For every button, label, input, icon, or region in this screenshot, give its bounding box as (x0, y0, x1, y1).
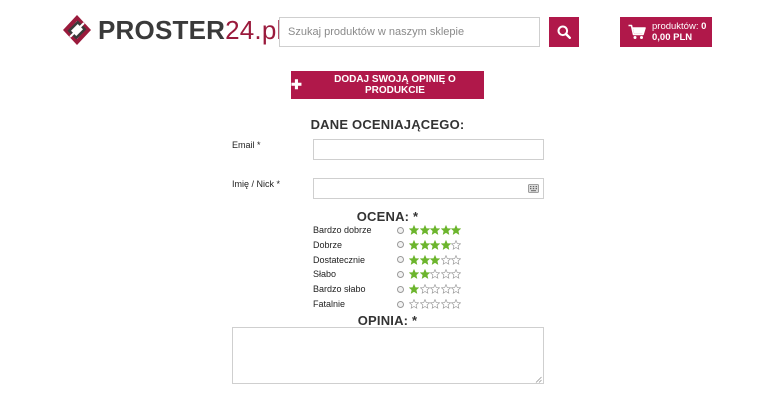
rating-option[interactable]: Bardzo słabo (313, 282, 462, 296)
star-filled-icon (409, 269, 419, 280)
nick-label: Imię / Nick * (232, 179, 281, 189)
cart-total: 0,00 PLN (652, 32, 693, 43)
opinion-textarea[interactable] (232, 327, 544, 384)
nick-field[interactable] (313, 178, 544, 199)
star-empty-icon (440, 269, 451, 280)
star-empty-icon (451, 254, 461, 265)
star-filled-icon (430, 239, 440, 250)
rating-option[interactable]: Słabo (313, 267, 462, 281)
rating-option-label: Dostatecznie (313, 254, 366, 265)
opinion-section-title: OPINIA: * (357, 313, 418, 328)
star-empty-icon (451, 284, 461, 295)
rating-option[interactable]: Dobrze (313, 238, 462, 252)
star-filled-icon (440, 225, 451, 235)
logo-mark-icon (63, 15, 91, 45)
logo-text: PROSTER24.pl (98, 14, 282, 46)
email-label: Email * (232, 140, 261, 150)
star-filled-icon (419, 225, 430, 235)
add-review-label: DODAJ SWOJĄ OPINIĘ O PRODUKCIE (334, 74, 456, 96)
rating-option[interactable]: Fatalnie (313, 297, 462, 311)
rating-stars (409, 284, 462, 295)
star-filled-icon (409, 254, 419, 265)
star-empty-icon (430, 269, 440, 280)
star-filled-icon (409, 239, 419, 250)
star-empty-icon (440, 254, 451, 265)
rating-option-label: Dobrze (313, 239, 343, 250)
star-empty-icon (451, 269, 461, 280)
star-filled-icon (451, 225, 461, 235)
resize-grip-icon[interactable] (535, 376, 542, 383)
search-button[interactable] (549, 17, 579, 47)
rating-radio[interactable] (397, 270, 404, 278)
rating-radio[interactable] (397, 241, 404, 249)
star-empty-icon (430, 284, 440, 295)
email-field[interactable] (313, 139, 544, 160)
reviewer-section-title: DANE OCENIAJĄCEGO: (310, 117, 465, 132)
star-filled-icon (419, 269, 430, 280)
rating-stars (409, 225, 462, 235)
rating-stars (409, 269, 462, 280)
plus-icon: ✚ (291, 77, 302, 92)
rating-radio[interactable] (397, 256, 404, 264)
star-filled-icon (430, 254, 440, 265)
rating-option[interactable]: Dostatecznie (313, 253, 462, 267)
search-icon (557, 25, 571, 39)
logo[interactable]: PROSTER24.pl (62, 14, 282, 46)
rating-section-title: OCENA: * (356, 209, 419, 224)
cart-count-label: produktów: (652, 21, 702, 32)
star-empty-icon (419, 299, 430, 309)
star-empty-icon (451, 239, 461, 250)
rating-option-label: Bardzo słabo (313, 284, 366, 295)
star-empty-icon (451, 299, 461, 309)
keyboard-icon[interactable] (528, 184, 539, 193)
star-empty-icon (440, 284, 451, 295)
logo-text-accent: 24.pl (225, 15, 283, 45)
cart-button[interactable]: produktów: 0 0,00 PLN (620, 17, 712, 47)
search-input[interactable] (279, 17, 540, 47)
cart-count: 0 (701, 21, 707, 32)
cart-icon (628, 24, 646, 39)
rating-option[interactable]: Bardzo dobrze (313, 223, 462, 237)
star-filled-icon (409, 225, 419, 235)
cart-summary: produktów: 0 0,00 PLN (652, 21, 706, 43)
rating-radio[interactable] (397, 226, 404, 234)
rating-stars (409, 239, 462, 250)
star-empty-icon (440, 299, 451, 309)
rating-stars (409, 254, 462, 265)
add-review-button[interactable]: ✚ DODAJ SWOJĄ OPINIĘ O PRODUKCIE (291, 71, 484, 99)
rating-radio[interactable] (397, 285, 404, 293)
star-filled-icon (409, 284, 419, 295)
rating-option-label: Fatalnie (313, 299, 346, 309)
star-filled-icon (440, 239, 451, 250)
logo-text-main: PROSTER (98, 15, 226, 45)
rating-option-label: Słabo (313, 269, 337, 280)
rating-radio[interactable] (397, 300, 404, 308)
star-empty-icon (409, 299, 419, 309)
rating-option-label: Bardzo dobrze (313, 225, 372, 235)
star-filled-icon (419, 239, 430, 250)
star-empty-icon (430, 299, 440, 309)
star-empty-icon (419, 284, 430, 295)
star-filled-icon (430, 225, 440, 235)
rating-stars (409, 299, 462, 309)
star-filled-icon (419, 254, 430, 265)
